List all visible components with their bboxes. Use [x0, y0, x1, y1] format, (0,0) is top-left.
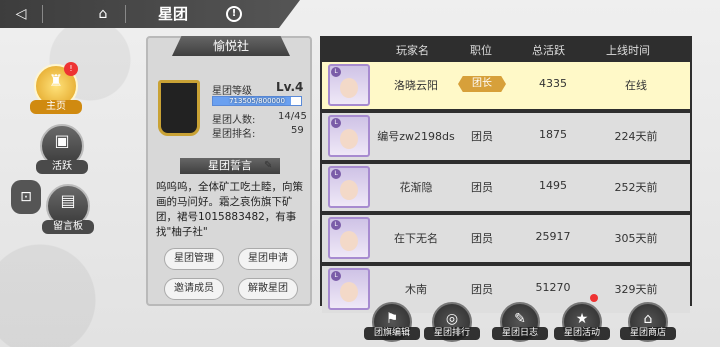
- total-activity: 1875: [539, 128, 567, 141]
- avatar[interactable]: L: [328, 268, 370, 310]
- player-role: 团员: [471, 181, 493, 194]
- page-title: 星团: [158, 5, 189, 23]
- player-role: 团员: [471, 283, 493, 296]
- avatar-face: [340, 282, 358, 302]
- online-time: 252天前: [614, 181, 658, 194]
- player-name: 木南: [405, 283, 427, 296]
- avatar-face: [340, 129, 358, 149]
- level-label: 星团等级: [212, 86, 252, 97]
- nav-activity[interactable]: ▣ 活跃: [36, 124, 88, 174]
- members-label: 星团人数:: [212, 115, 256, 126]
- button-label: 星团商店: [620, 327, 676, 340]
- top-bar: [0, 0, 300, 28]
- guild-info-card: 愉悦社 星团等级 Lv.4 713505/800000 星团人数: 14/45 …: [146, 36, 312, 306]
- avatar-face: [340, 78, 358, 98]
- side-panel-button[interactable]: ⊡: [11, 180, 41, 214]
- table-row[interactable]: L 在下无名 团员 25917 305天前: [322, 215, 690, 262]
- guild-flag-emblem[interactable]: [158, 80, 200, 136]
- table-row[interactable]: L 编号zw2198ds 团员 1875 224天前: [322, 113, 690, 160]
- guild-event-button[interactable]: ★ 星团活动: [554, 302, 610, 342]
- tv-icon: ⊡: [20, 189, 32, 205]
- declaration-text: 呜呜呜，全体矿工吃土睦，向策画的马问好。霜之哀伤旗下矿团，裙号101588348…: [156, 181, 303, 238]
- player-role: 团员: [471, 232, 493, 245]
- invite-member-button[interactable]: 邀请成员: [164, 278, 224, 300]
- table-row[interactable]: L 洛晓云阳 团长 4335 在线: [322, 62, 690, 109]
- flag-edit-button[interactable]: ⚑ 团旗编辑: [364, 302, 420, 342]
- home-icon[interactable]: ⌂: [92, 4, 114, 24]
- total-activity: 25917: [535, 230, 571, 243]
- guild-level: Lv.4: [276, 80, 304, 94]
- column-header: 玩家名: [396, 44, 429, 57]
- divider: [42, 5, 43, 23]
- nav-home[interactable]: ♜ ! 主页: [30, 62, 82, 114]
- player-name: 在下无名: [394, 232, 438, 245]
- table-row[interactable]: L 花渐隐 团员 1495 252天前: [322, 164, 690, 211]
- nav-label: 活跃: [36, 160, 88, 174]
- player-name: 花渐隐: [399, 181, 433, 194]
- player-name: 洛晓云阳: [394, 79, 438, 92]
- button-label: 星团排行: [424, 327, 480, 340]
- column-header: 职位: [470, 44, 492, 57]
- guild-ranking-button[interactable]: ◎ 星团排行: [424, 302, 480, 342]
- nav-label: 主页: [30, 100, 82, 114]
- guild-rank: 59: [291, 125, 304, 136]
- player-role: 团员: [471, 130, 493, 143]
- manage-guild-button[interactable]: 星团管理: [164, 248, 224, 270]
- avatar-level-badge: L: [331, 118, 341, 128]
- column-header: 上线时间: [606, 44, 650, 57]
- online-time: 224天前: [614, 130, 658, 143]
- avatar[interactable]: L: [328, 217, 370, 259]
- info-icon[interactable]: !: [226, 6, 242, 22]
- edit-icon[interactable]: ✎: [264, 160, 272, 171]
- rank-label: 星团排名:: [212, 129, 256, 140]
- avatar-level-badge: L: [331, 220, 341, 230]
- member-count: 14/45: [278, 111, 307, 122]
- avatar-level-badge: L: [331, 67, 341, 77]
- disband-guild-button[interactable]: 解散星团: [238, 278, 298, 300]
- avatar-face: [340, 231, 358, 251]
- exp-bar: 713505/800000: [212, 96, 302, 106]
- avatar-level-badge: L: [331, 271, 341, 281]
- nav-label: 留言板: [42, 220, 94, 234]
- online-time: 在线: [625, 79, 647, 92]
- back-icon[interactable]: ◁: [10, 4, 32, 24]
- guild-log-button[interactable]: ✎ 星团日志: [492, 302, 548, 342]
- total-activity: 4335: [539, 77, 567, 90]
- guild-name: 愉悦社: [172, 36, 290, 56]
- activity-icon: ▣: [54, 131, 70, 150]
- avatar-face: [340, 180, 358, 200]
- player-name: 编号zw2198ds: [377, 130, 455, 143]
- online-time: 305天前: [614, 232, 658, 245]
- role-badge: 团长: [458, 76, 506, 92]
- total-activity: 51270: [535, 281, 571, 294]
- avatar[interactable]: L: [328, 64, 370, 106]
- message-icon: ▤: [60, 191, 76, 210]
- guild-applications-button[interactable]: 星团申请: [238, 248, 298, 270]
- total-activity: 1495: [539, 179, 567, 192]
- guild-shop-button[interactable]: ⌂ 星团商店: [620, 302, 676, 342]
- nav-message-board[interactable]: ▤ 留言板: [42, 184, 94, 234]
- exp-text: 713505/800000: [229, 97, 285, 105]
- avatar[interactable]: L: [328, 115, 370, 157]
- button-label: 星团日志: [492, 327, 548, 340]
- avatar[interactable]: L: [328, 166, 370, 208]
- online-time: 329天前: [614, 283, 658, 296]
- notification-dot: [590, 294, 598, 302]
- column-header: 总活跃: [532, 44, 565, 57]
- avatar-level-badge: L: [331, 169, 341, 179]
- notification-badge: !: [64, 62, 78, 76]
- button-label: 团旗编辑: [364, 327, 420, 340]
- button-label: 星团活动: [554, 327, 610, 340]
- table-header: 玩家名 职位 总活跃 上线时间: [320, 38, 690, 60]
- divider: [125, 5, 126, 23]
